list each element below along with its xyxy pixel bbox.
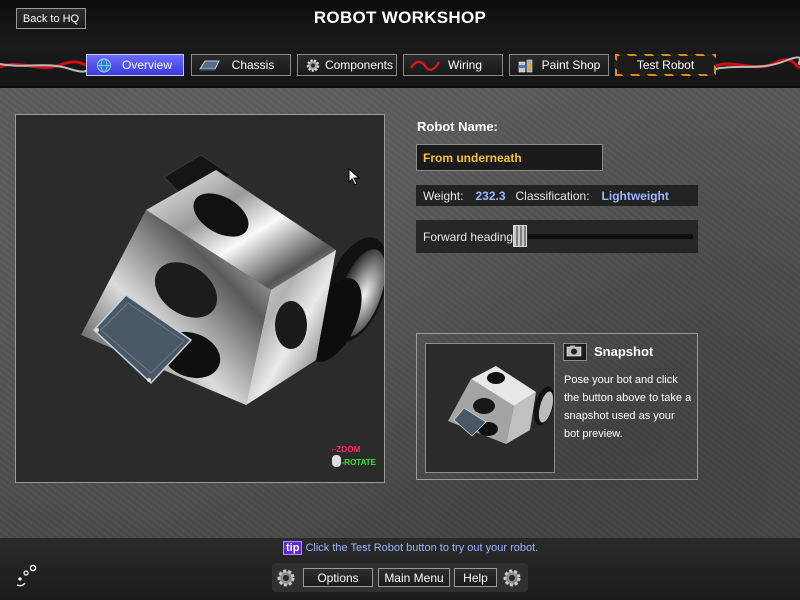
tip-tag: tip: [283, 541, 303, 555]
classification-label: Classification:: [515, 188, 590, 203]
footer-bar: tip Click the Test Robot button to try ou…: [0, 538, 800, 600]
robot-model: [81, 154, 384, 405]
weight-label: Weight:: [423, 188, 464, 203]
tab-wiring-label: Wiring: [447, 58, 482, 72]
tab-wiring[interactable]: Wiring: [403, 54, 503, 76]
robot-name-label: Robot Name:: [417, 119, 498, 134]
tab-chassis[interactable]: Chassis: [191, 54, 291, 76]
gear-icon: [503, 569, 521, 587]
robot-stats-bar: Weight: 232.3 Classification: Lightweigh…: [416, 185, 698, 206]
forward-heading-slider[interactable]: [513, 225, 527, 247]
camera-icon: [566, 345, 582, 357]
snapshot-preview: [425, 343, 555, 473]
forward-heading-control: Forward heading:: [416, 220, 698, 253]
tab-paint-shop-label: Paint Shop: [541, 58, 601, 72]
snapshot-description: Pose your bot and click the button above…: [564, 374, 692, 440]
forward-heading-label: Forward heading:: [423, 230, 517, 244]
tab-paint-shop[interactable]: Paint Shop: [509, 54, 609, 76]
mouse-cursor-icon: [348, 168, 361, 186]
header-bar: Back to HQ ROBOT WORKSHOP Overview Chass…: [0, 0, 800, 88]
mouse-controls-hint: ⌐ZOOM -ROTATE: [331, 445, 376, 467]
footer-button-bar: Options Main Menu Help: [272, 563, 528, 592]
main-menu-button[interactable]: Main Menu: [378, 568, 450, 587]
mouse-icon: [331, 455, 341, 467]
zoom-hint: ZOOM: [336, 445, 361, 454]
workshop-tabs: Overview Chassis Components Wiring Paint…: [0, 54, 800, 78]
loading-icon: [16, 564, 37, 587]
forward-heading-track[interactable]: [528, 234, 693, 239]
tab-chassis-label: Chassis: [231, 58, 275, 72]
weight-value: 232.3: [475, 188, 506, 203]
snapshot-camera-button[interactable]: [563, 343, 587, 361]
tab-overview-label: Overview: [121, 58, 172, 72]
tip-text: Click the Test Robot button to try out y…: [305, 542, 539, 554]
robot-name-input[interactable]: [416, 144, 603, 171]
snapshot-robot-image: [448, 366, 554, 444]
tab-components-label: Components: [324, 58, 394, 72]
rotate-hint: ROTATE: [344, 458, 376, 467]
help-button[interactable]: Help: [454, 568, 497, 587]
snapshot-title: Snapshot: [594, 344, 654, 359]
page-title: ROBOT WORKSHOP: [313, 8, 487, 27]
classification-value: Lightweight: [601, 188, 669, 203]
snapshot-panel: Snapshot Pose your bot and click the but…: [416, 333, 698, 480]
tab-components[interactable]: Components: [297, 54, 397, 76]
options-button[interactable]: Options: [303, 568, 373, 587]
robot-3d-viewport[interactable]: ⌐ZOOM -ROTATE: [15, 114, 385, 483]
gear-icon: [277, 569, 295, 587]
tip-line: tip Click the Test Robot button to try ou…: [283, 541, 539, 555]
tab-overview[interactable]: Overview: [86, 54, 184, 76]
test-robot-label: Test Robot: [636, 58, 695, 72]
test-robot-button[interactable]: Test Robot: [615, 54, 716, 76]
